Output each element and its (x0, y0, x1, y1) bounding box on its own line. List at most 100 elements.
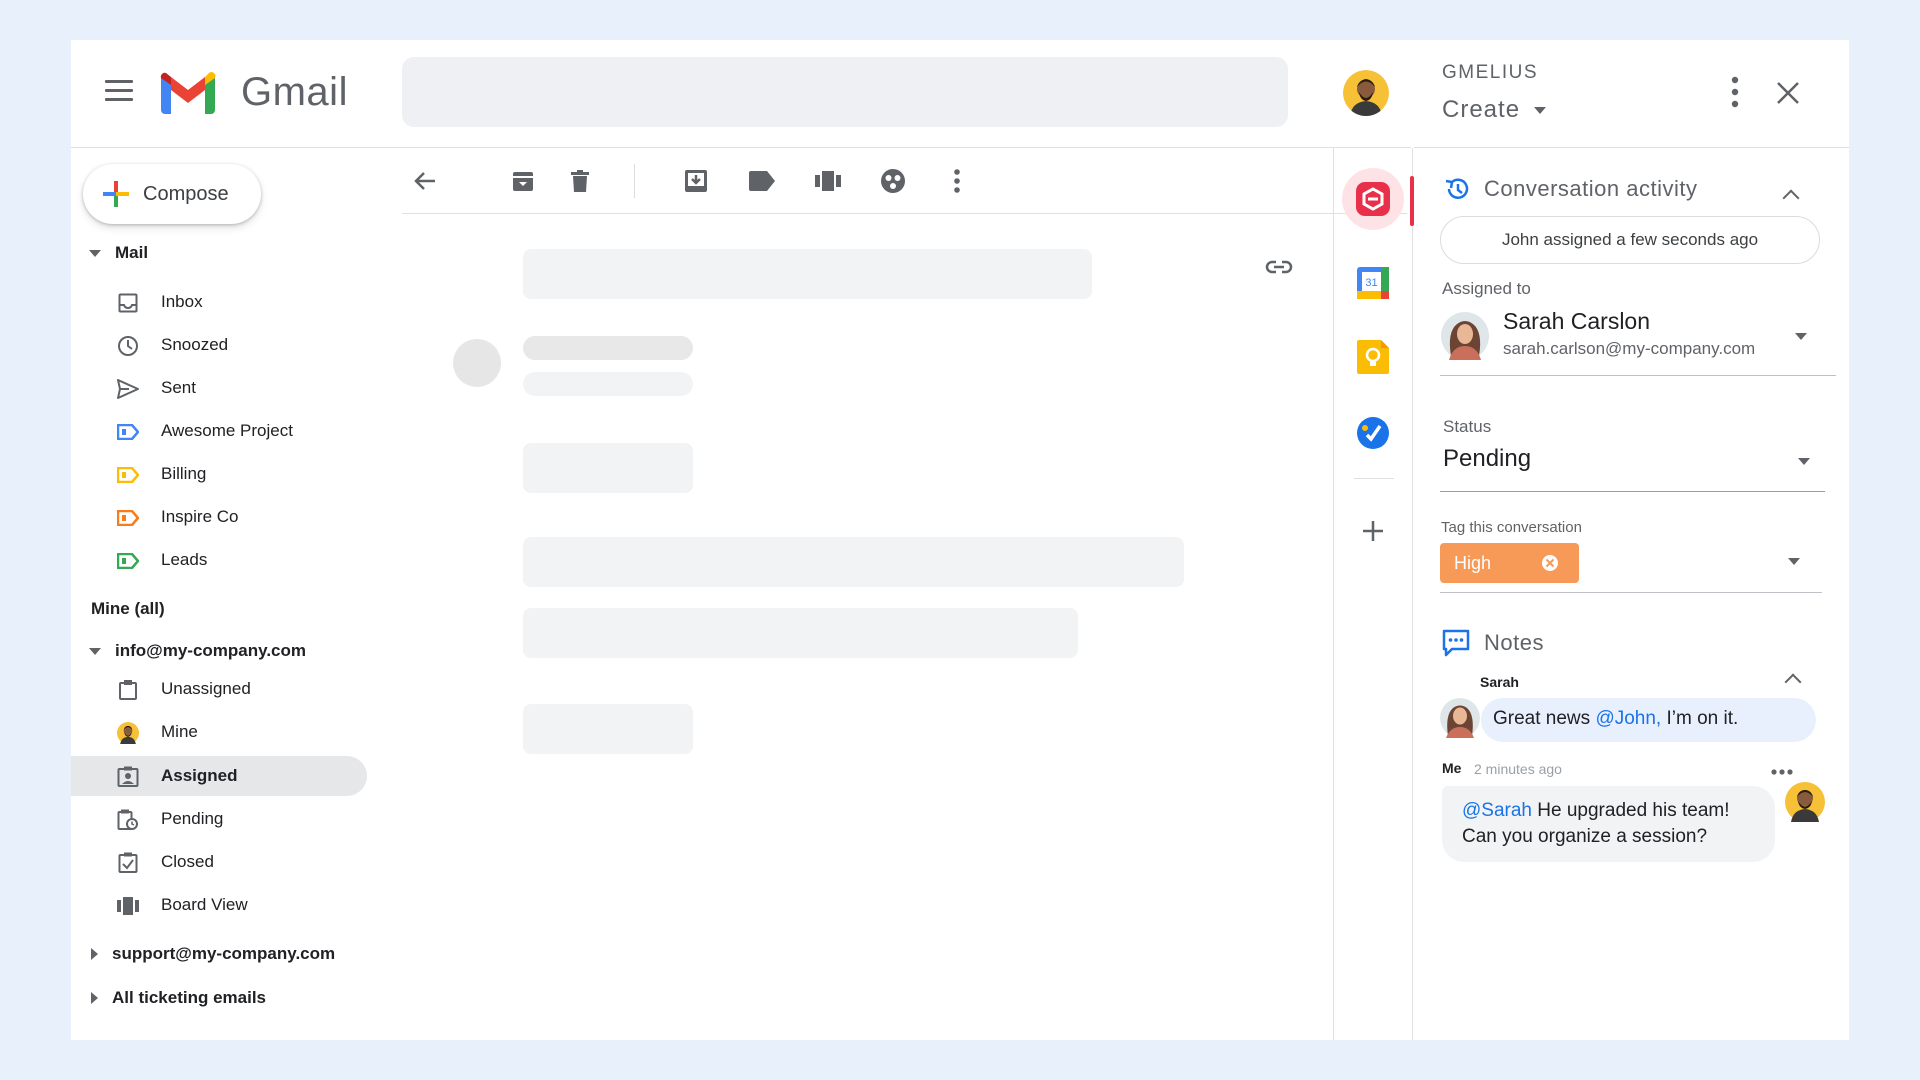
plus-icon (1363, 521, 1383, 541)
assigned-icon (117, 766, 139, 788)
tag-dropdown[interactable] (1788, 558, 1800, 565)
gmail-logo-icon (160, 72, 216, 114)
all-ticketing-toggle[interactable]: All ticketing emails (91, 988, 266, 1008)
collapse-activity-icon[interactable] (1782, 189, 1800, 207)
mail-section-toggle[interactable]: Mail (89, 243, 148, 263)
sidebar-item-snoozed[interactable]: Snoozed (71, 325, 367, 365)
add-addon-button[interactable] (1350, 508, 1396, 554)
dropdown-arrow-icon (1534, 106, 1547, 114)
inbox-icon (117, 292, 139, 314)
mention-link[interactable]: @Sarah (1462, 800, 1532, 821)
sidebar-item-sent[interactable]: Sent (71, 368, 367, 408)
board-icon[interactable] (813, 166, 843, 196)
note-text: Can you organize a session? (1462, 826, 1708, 847)
dropdown-arrow-icon (1788, 558, 1800, 565)
tasks-addon-button[interactable] (1350, 410, 1396, 456)
sidebar-item-leads[interactable]: Leads (71, 540, 367, 580)
assignee-name: Sarah Carslon (1503, 308, 1651, 334)
sidebar-item-label: Awesome Project (161, 421, 293, 440)
skeleton-line (523, 443, 693, 493)
assignee-email: sarah.carlson@my-company.com (1503, 339, 1756, 358)
message-toolbar (402, 148, 1407, 214)
link-icon[interactable] (1265, 259, 1293, 280)
lightbulb-icon (1357, 340, 1389, 374)
tasks-icon (1357, 417, 1389, 449)
mention-link[interactable]: @John, (1595, 708, 1661, 729)
sidebar-item-inspire-co[interactable]: Inspire Co (71, 497, 367, 537)
sidebar-item-label: Assigned (161, 766, 238, 785)
label-icon (117, 464, 139, 486)
account-label: All ticketing emails (112, 988, 266, 1007)
sidebar-item-label: Closed (161, 852, 214, 871)
gmelius-panel: GMELIUS Create Conversation activity Joh… (1414, 40, 1849, 1040)
sidebar-item-label: Mine (161, 722, 198, 741)
mail-section-label: Mail (115, 243, 149, 262)
keep-addon-button[interactable] (1350, 334, 1396, 380)
notes-header: Notes (1442, 629, 1544, 657)
clock-icon (117, 335, 139, 357)
collapse-notes-icon[interactable] (1784, 673, 1802, 691)
sidebar-item-awesome-project[interactable]: Awesome Project (71, 411, 367, 451)
sidebar-item-assigned[interactable]: Assigned (71, 756, 367, 796)
move-to-inbox-icon[interactable] (681, 166, 711, 196)
create-dropdown[interactable]: Create (1442, 96, 1547, 124)
calendar-addon-button[interactable]: 31 (1350, 260, 1396, 306)
account-support-toggle[interactable]: support@my-company.com (91, 944, 335, 964)
label-icon (117, 550, 139, 572)
skeleton-line (523, 537, 1184, 587)
conversation-activity-title: Conversation activity (1484, 176, 1698, 201)
gmelius-addon-button[interactable] (1342, 168, 1404, 230)
label-icon (117, 421, 139, 443)
more-vert-icon[interactable] (942, 166, 972, 196)
caret-right-icon (91, 992, 98, 1004)
activity-entry: John assigned a few seconds ago (1440, 216, 1820, 264)
account-section-toggle[interactable]: info@my-company.com (89, 641, 306, 661)
compose-button[interactable]: Compose (83, 164, 261, 224)
status-select[interactable]: Pending (1440, 442, 1825, 484)
sidebar-item-label: Snoozed (161, 335, 229, 354)
trash-icon[interactable] (565, 166, 595, 196)
label-icon[interactable] (747, 166, 777, 196)
account-label: support@my-company.com (112, 944, 336, 963)
assignee-dropdown[interactable] (1795, 333, 1807, 340)
caret-down-icon (89, 249, 101, 257)
tag-chip-label: High (1454, 552, 1492, 573)
note-text: I’m on it. (1661, 708, 1739, 729)
assigned-to-label: Assigned to (1442, 279, 1531, 298)
sidebar-item-mine[interactable]: Mine (71, 712, 367, 752)
sidebar-item-billing[interactable]: Billing (71, 454, 367, 494)
addon-rail: 31 (1333, 148, 1414, 1040)
sidebar-item-pending[interactable]: Pending (71, 799, 367, 839)
archive-icon[interactable] (508, 166, 538, 196)
status-value: Pending (1443, 445, 1532, 472)
sidebar-item-unassigned[interactable]: Unassigned (71, 669, 367, 709)
main-menu-icon[interactable] (105, 80, 133, 102)
caret-down-icon (89, 647, 101, 655)
avatar-icon (117, 722, 139, 744)
close-icon[interactable] (1777, 82, 1799, 109)
sidebar-item-closed[interactable]: Closed (71, 842, 367, 882)
board-icon (117, 895, 139, 917)
label-icon (117, 507, 139, 529)
search-bar[interactable] (402, 57, 1288, 127)
note-more-icon[interactable] (1771, 762, 1793, 780)
sidebar-item-inbox[interactable]: Inbox (71, 282, 367, 322)
skeleton-subject (523, 249, 1092, 299)
conversation-activity-header: Conversation activity (1444, 176, 1697, 202)
team-icon[interactable] (878, 166, 908, 196)
mine-all-label[interactable]: Mine (all) (91, 599, 165, 619)
back-arrow-icon[interactable] (410, 166, 440, 196)
user-avatar[interactable] (1343, 70, 1389, 116)
note-author: Sarah (1480, 674, 1519, 690)
sidebar-item-board-view[interactable]: Board View (71, 885, 367, 925)
note-author-avatar (1440, 698, 1480, 738)
sidebar-item-label: Leads (161, 550, 208, 569)
sidebar-item-label: Unassigned (161, 679, 251, 698)
history-icon (1445, 178, 1469, 199)
account-label: info@my-company.com (115, 641, 307, 660)
gmelius-icon (1356, 182, 1390, 216)
status-label: Status (1443, 417, 1492, 436)
remove-tag-icon[interactable] (1541, 554, 1559, 572)
skeleton-recipient (523, 372, 693, 396)
more-vert-icon[interactable] (1731, 76, 1741, 110)
